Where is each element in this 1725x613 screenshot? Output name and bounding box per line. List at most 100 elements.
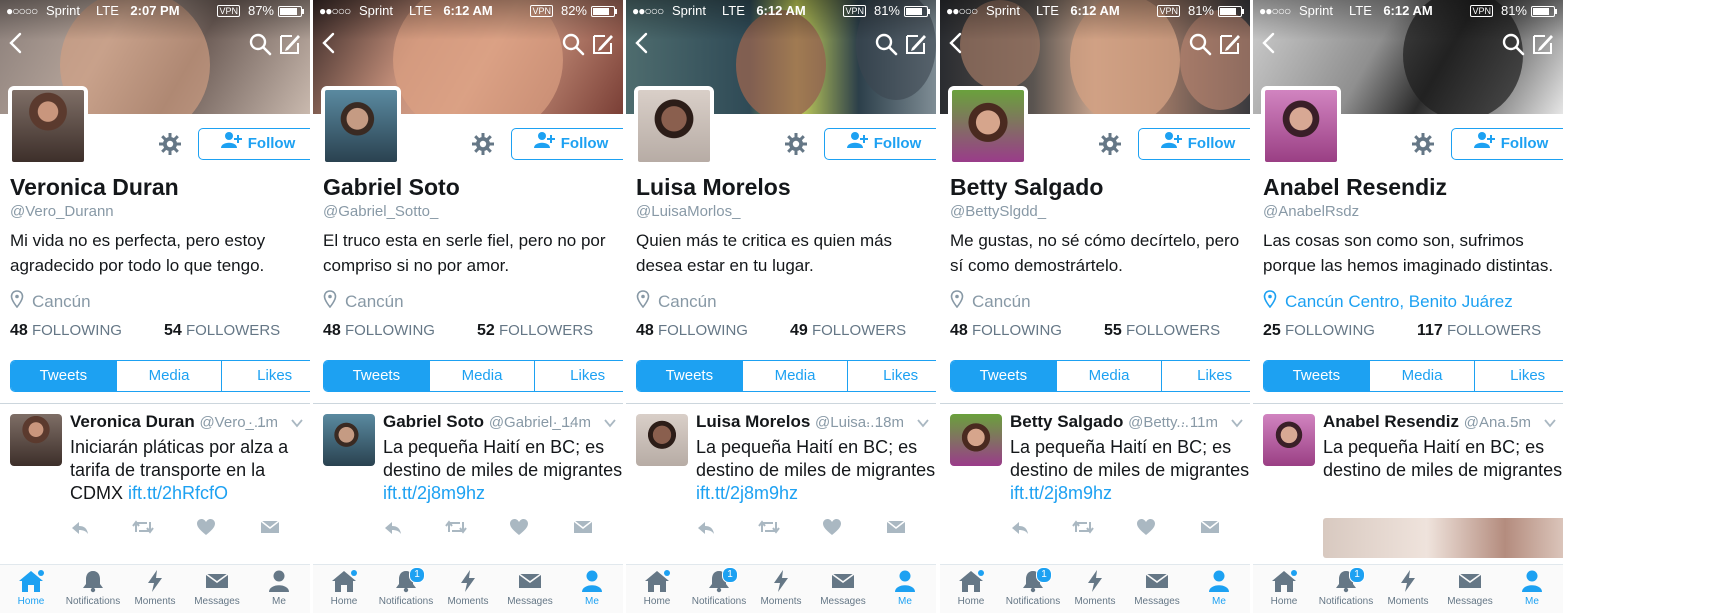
tab-tweets[interactable]: Tweets bbox=[11, 361, 116, 391]
retweet-icon[interactable] bbox=[1072, 518, 1094, 536]
retweet-icon[interactable] bbox=[445, 518, 467, 536]
tabbar-item-me[interactable]: Me bbox=[561, 569, 623, 607]
followers-stat[interactable]: 117 FOLLOWERS bbox=[1417, 322, 1541, 340]
chevron-down-icon[interactable] bbox=[290, 416, 304, 430]
followers-stat[interactable]: 49 FOLLOWERS bbox=[790, 322, 906, 340]
gear-icon[interactable] bbox=[1411, 132, 1435, 156]
tabbar-item-messages[interactable]: Messages bbox=[1439, 569, 1501, 607]
tabbar-item-home[interactable]: Home bbox=[626, 569, 688, 607]
tabbar-item-home[interactable]: Home bbox=[0, 569, 62, 607]
like-icon[interactable] bbox=[196, 518, 216, 536]
tabbar-item-me[interactable]: Me bbox=[1188, 569, 1250, 607]
reply-icon[interactable] bbox=[383, 518, 403, 536]
profile-avatar[interactable] bbox=[321, 86, 401, 166]
search-icon[interactable] bbox=[874, 32, 898, 56]
following-stat[interactable]: 48 FOLLOWING bbox=[636, 322, 748, 339]
search-icon[interactable] bbox=[1188, 32, 1212, 56]
gear-icon[interactable] bbox=[471, 132, 495, 156]
back-icon[interactable] bbox=[321, 32, 337, 54]
like-icon[interactable] bbox=[822, 518, 842, 536]
tweet-avatar[interactable] bbox=[636, 414, 688, 466]
like-icon[interactable] bbox=[509, 518, 529, 536]
tab-likes[interactable]: Likes bbox=[534, 361, 623, 391]
tabbar-item-me[interactable]: Me bbox=[874, 569, 936, 607]
reply-icon[interactable] bbox=[696, 518, 716, 536]
tabbar-item-home[interactable]: Home bbox=[313, 569, 375, 607]
tab-likes[interactable]: Likes bbox=[847, 361, 936, 391]
back-icon[interactable] bbox=[1261, 32, 1277, 54]
tab-tweets[interactable]: Tweets bbox=[637, 361, 742, 391]
compose-icon[interactable] bbox=[904, 32, 928, 56]
tabbar-item-notifications[interactable]: Notifications bbox=[62, 569, 124, 607]
reply-icon[interactable] bbox=[1010, 518, 1030, 536]
tab-media[interactable]: Media bbox=[1368, 361, 1475, 391]
search-icon[interactable] bbox=[248, 32, 272, 56]
tabbar-item-notifications[interactable]: 1 Notifications bbox=[1315, 567, 1377, 607]
tab-likes[interactable]: Likes bbox=[221, 361, 310, 391]
following-stat[interactable]: 25 FOLLOWING bbox=[1263, 322, 1375, 339]
compose-icon[interactable] bbox=[591, 32, 615, 56]
back-icon[interactable] bbox=[8, 32, 24, 54]
gear-icon[interactable] bbox=[1098, 132, 1122, 156]
following-stat[interactable]: 48 FOLLOWING bbox=[323, 322, 435, 339]
tab-media[interactable]: Media bbox=[1055, 361, 1162, 391]
tweet-link[interactable]: ift.tt/2hRfcfO bbox=[128, 483, 228, 503]
retweet-icon[interactable] bbox=[758, 518, 780, 536]
tabbar-item-me[interactable]: Me bbox=[1501, 569, 1563, 607]
follow-button[interactable]: Follow bbox=[1138, 128, 1250, 160]
back-icon[interactable] bbox=[634, 32, 650, 54]
tabbar-item-moments[interactable]: Moments bbox=[750, 569, 812, 607]
tweet-avatar[interactable] bbox=[10, 414, 62, 466]
profile-location[interactable]: Cancún Centro, Benito Juárez bbox=[1263, 290, 1513, 313]
follow-button[interactable]: Follow bbox=[511, 128, 623, 160]
tabbar-item-home[interactable]: Home bbox=[940, 569, 1002, 607]
tweet-avatar[interactable] bbox=[323, 414, 375, 466]
follow-button[interactable]: Follow bbox=[1451, 128, 1563, 160]
tab-media[interactable]: Media bbox=[741, 361, 848, 391]
tweet-link[interactable]: ift.tt/2j8m9hz bbox=[1010, 483, 1112, 503]
tweet-link[interactable]: ift.tt/2j8m9hz bbox=[383, 483, 485, 503]
compose-icon[interactable] bbox=[1531, 32, 1555, 56]
chevron-down-icon[interactable] bbox=[1230, 416, 1244, 430]
profile-avatar[interactable] bbox=[1261, 86, 1341, 166]
dm-icon[interactable] bbox=[886, 518, 906, 536]
tweet-link[interactable]: ift.tt/2j8m9hz bbox=[696, 483, 798, 503]
gear-icon[interactable] bbox=[158, 132, 182, 156]
reply-icon[interactable] bbox=[70, 518, 90, 536]
profile-avatar[interactable] bbox=[8, 86, 88, 166]
tab-tweets[interactable]: Tweets bbox=[951, 361, 1056, 391]
followers-stat[interactable]: 55 FOLLOWERS bbox=[1104, 322, 1220, 340]
gear-icon[interactable] bbox=[784, 132, 808, 156]
follow-button[interactable]: Follow bbox=[824, 128, 936, 160]
profile-avatar[interactable] bbox=[634, 86, 714, 166]
tabbar-item-notifications[interactable]: 1 Notifications bbox=[688, 567, 750, 607]
tabbar-item-notifications[interactable]: 1 Notifications bbox=[375, 567, 437, 607]
dm-icon[interactable] bbox=[260, 518, 280, 536]
tab-likes[interactable]: Likes bbox=[1161, 361, 1250, 391]
like-icon[interactable] bbox=[1136, 518, 1156, 536]
back-icon[interactable] bbox=[948, 32, 964, 54]
dm-icon[interactable] bbox=[573, 518, 593, 536]
compose-icon[interactable] bbox=[1218, 32, 1242, 56]
tabbar-item-moments[interactable]: Moments bbox=[1377, 569, 1439, 607]
followers-stat[interactable]: 54 FOLLOWERS bbox=[164, 322, 280, 340]
tab-tweets[interactable]: Tweets bbox=[1264, 361, 1369, 391]
tabbar-item-me[interactable]: Me bbox=[248, 569, 310, 607]
tabbar-item-moments[interactable]: Moments bbox=[437, 569, 499, 607]
tweet-avatar[interactable] bbox=[1263, 414, 1315, 466]
following-stat[interactable]: 48 FOLLOWING bbox=[10, 322, 122, 339]
tab-likes[interactable]: Likes bbox=[1474, 361, 1563, 391]
profile-avatar[interactable] bbox=[948, 86, 1028, 166]
tab-tweets[interactable]: Tweets bbox=[324, 361, 429, 391]
following-stat[interactable]: 48 FOLLOWING bbox=[950, 322, 1062, 339]
dm-icon[interactable] bbox=[1200, 518, 1220, 536]
tweet-avatar[interactable] bbox=[950, 414, 1002, 466]
tabbar-item-messages[interactable]: Messages bbox=[499, 569, 561, 607]
retweet-icon[interactable] bbox=[132, 518, 154, 536]
tab-media[interactable]: Media bbox=[115, 361, 222, 391]
tab-media[interactable]: Media bbox=[428, 361, 535, 391]
tabbar-item-messages[interactable]: Messages bbox=[186, 569, 248, 607]
tabbar-item-messages[interactable]: Messages bbox=[1126, 569, 1188, 607]
tweet-media-preview[interactable] bbox=[1323, 518, 1563, 558]
tabbar-item-notifications[interactable]: 1 Notifications bbox=[1002, 567, 1064, 607]
